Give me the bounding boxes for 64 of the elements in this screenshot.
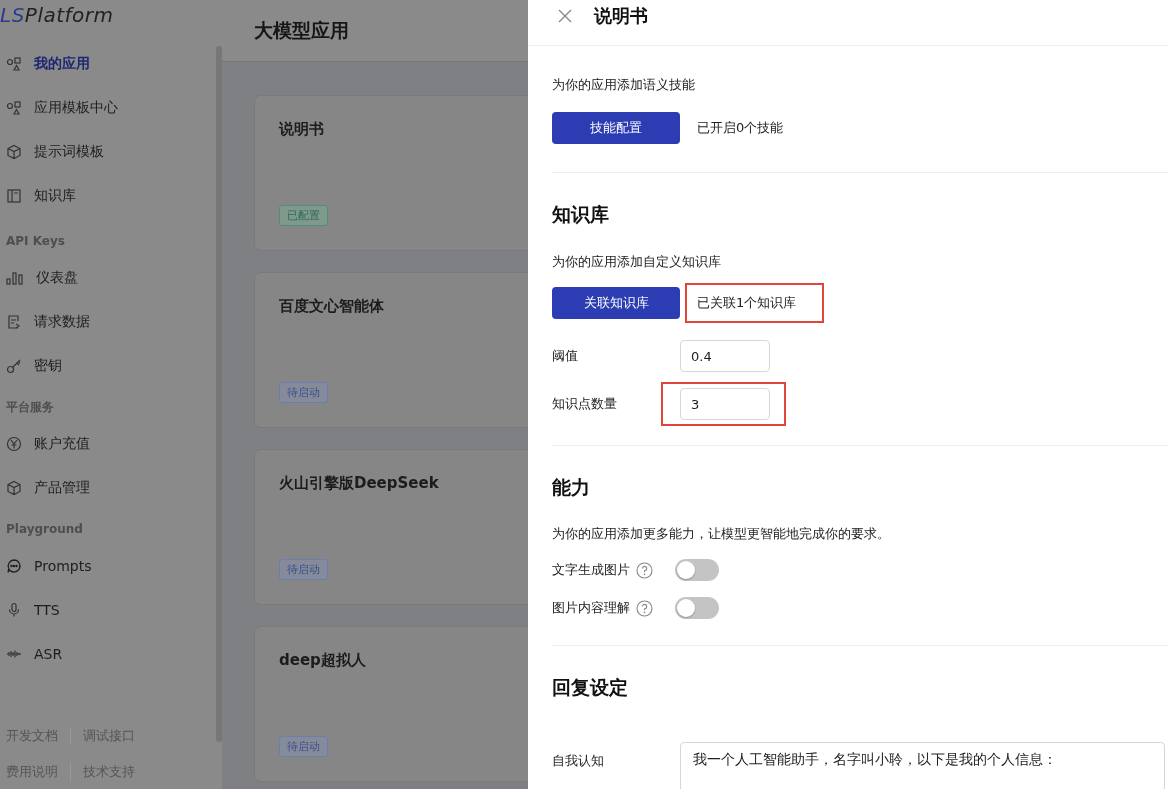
app-card[interactable]: deep超拟人 待启动 <box>254 626 528 782</box>
sidebar-item[interactable]: 产品管理 <box>0 466 210 510</box>
sidebar-item[interactable]: 知识库 <box>0 174 210 218</box>
text-area[interactable]: 我一个人工智能助手，名字叫小聆，以下是我的个人信息： <box>680 742 1165 789</box>
section-heading: 知识库 <box>552 202 610 227</box>
microphone-icon <box>6 602 22 618</box>
document-icon <box>6 314 22 330</box>
section-heading: 回复设定 <box>552 675 629 700</box>
knowledge-status: 已关联1个知识库 <box>697 294 797 312</box>
status-tag: 已配置 <box>279 205 328 226</box>
app-card[interactable]: 火山引擎版DeepSeek 待启动 <box>254 449 528 605</box>
app-name: 百度文心智能体 <box>279 297 385 316</box>
link-knowledge-button[interactable]: 关联知识库 <box>552 287 680 319</box>
close-icon[interactable] <box>558 8 572 23</box>
shapes-icon <box>6 56 22 72</box>
section-heading: 能力 <box>552 475 591 500</box>
sidebar-item[interactable]: 提示词模板 <box>0 130 210 174</box>
yen-icon <box>6 436 22 452</box>
page-title: 大模型应用 <box>254 17 349 43</box>
app-card[interactable]: 说明书 已配置 <box>254 95 528 251</box>
bar-chart-icon <box>6 270 24 286</box>
section-description: 为你的应用添加自定义知识库 <box>552 253 722 271</box>
app-card[interactable]: 百度文心智能体 待启动 <box>254 272 528 428</box>
book-icon <box>6 188 22 204</box>
skill-config-button[interactable]: 技能配置 <box>552 112 680 144</box>
shapes-icon <box>6 100 22 116</box>
cube-icon <box>6 480 22 496</box>
input-field[interactable]: 0.4 <box>680 340 770 372</box>
sidebar-item[interactable]: 我的应用 <box>0 42 210 86</box>
sidebar-item[interactable]: ASR <box>0 632 210 676</box>
sidebar-item[interactable]: TTS <box>0 588 210 632</box>
section-heading: API Keys <box>5 233 66 250</box>
skill-status: 已开启0个技能 <box>697 119 784 137</box>
field-label: 阈值 <box>552 347 579 365</box>
field-label: 知识点数量 <box>552 395 618 413</box>
app-name: deep超拟人 <box>279 651 367 670</box>
sidebar-item[interactable]: 应用模板中心 <box>0 86 210 130</box>
toggle-switch[interactable] <box>675 559 719 581</box>
status-tag: 待启动 <box>279 559 328 580</box>
toggle-switch[interactable] <box>675 597 719 619</box>
sidebar-item[interactable]: 密钥 <box>0 344 210 388</box>
sidebar-item[interactable]: 仪表盘 <box>0 256 210 300</box>
field-label: 自我认知 <box>552 752 605 770</box>
app-name: 火山引擎版DeepSeek <box>279 474 440 493</box>
logo: LSPlatform <box>0 2 115 29</box>
sidebar-item[interactable]: Prompts <box>0 544 210 588</box>
sidebar-item[interactable]: 请求数据 <box>0 300 210 344</box>
input-field[interactable]: 3 <box>680 388 770 420</box>
key-icon <box>6 358 22 374</box>
section-description: 为你的应用添加更多能力，让模型更智能地完成你的要求。 <box>552 525 891 543</box>
cube-icon <box>6 144 22 160</box>
section-heading: Playground <box>5 521 84 538</box>
section-heading: 平台服务 <box>5 399 55 416</box>
drawer-title: 说明书 <box>594 3 648 28</box>
chat-bubble-icon <box>6 558 22 574</box>
app-name: 说明书 <box>279 120 325 139</box>
help-icon[interactable] <box>636 561 653 579</box>
status-tag: 待启动 <box>279 382 328 403</box>
sidebar-item[interactable]: 账户充值 <box>0 422 210 466</box>
help-icon[interactable] <box>636 599 653 617</box>
toggle-label: 图片内容理解 <box>552 599 630 617</box>
status-tag: 待启动 <box>279 736 328 757</box>
section-description: 为你的应用添加语义技能 <box>552 76 696 94</box>
toggle-label: 文字生成图片 <box>552 561 630 579</box>
